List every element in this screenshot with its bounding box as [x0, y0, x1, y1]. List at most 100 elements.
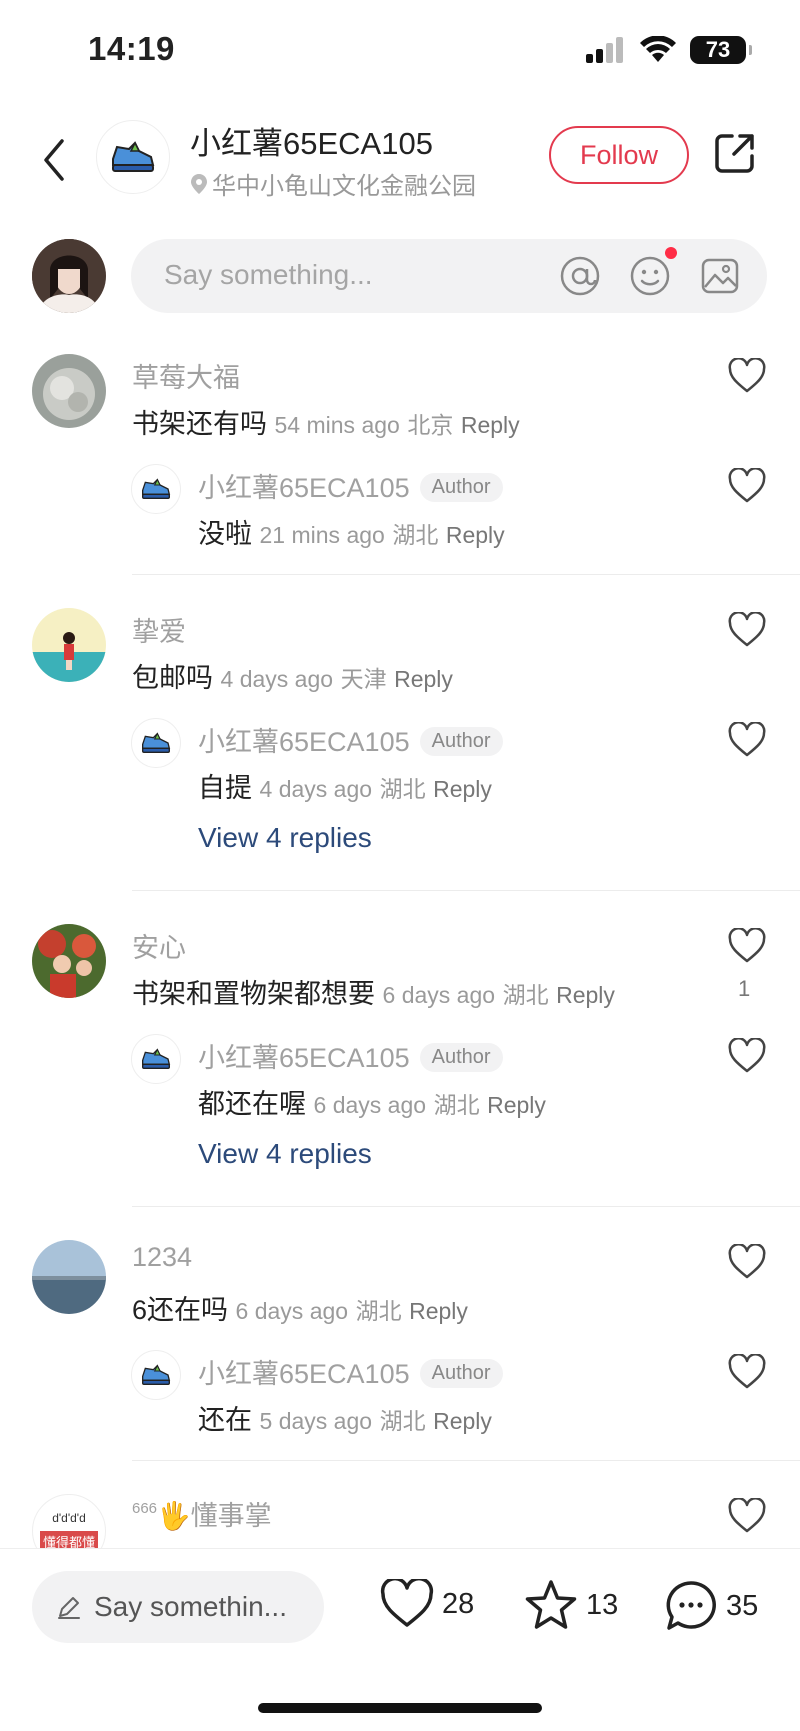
comment-time: 6 days ago	[382, 982, 496, 1008]
reply-place: 湖北	[379, 1408, 426, 1434]
reply-body[interactable]: 自提 4 days ago 湖北 Reply	[198, 766, 492, 805]
reply-author-name[interactable]: 小红薯65ECA105 Author	[198, 720, 503, 759]
collect-post-count: 13	[586, 1588, 619, 1621]
view-replies-link[interactable]: View 4 replies	[198, 822, 372, 854]
heart-icon[interactable]	[727, 1244, 767, 1280]
my-avatar-image	[32, 239, 106, 313]
avatar-image	[32, 1240, 106, 1314]
sneaker-icon	[112, 141, 155, 172]
author-badge: Author	[419, 1043, 503, 1072]
reply-button[interactable]: Reply	[433, 776, 492, 802]
reply-author-name-text: 小红薯65ECA105	[198, 1043, 410, 1073]
comment-body[interactable]: 包邮吗 4 days ago 天津 Reply	[132, 656, 453, 695]
mention-icon[interactable]	[559, 255, 601, 297]
reply-author-avatar[interactable]	[131, 1350, 181, 1400]
view-replies-link[interactable]: View 4 replies	[198, 1138, 372, 1170]
author-avatar[interactable]	[96, 120, 170, 194]
commenter-avatar[interactable]	[32, 924, 106, 998]
comment-input[interactable]: Say something...	[131, 239, 767, 313]
thread-divider	[132, 1460, 800, 1461]
sneaker-icon	[142, 732, 171, 753]
bottom-comment-input[interactable]: Say somethin...	[32, 1571, 324, 1643]
follow-button[interactable]: Follow	[549, 126, 689, 184]
emoji-notification-dot	[665, 247, 677, 259]
avatar-text-top: d'd'd'd	[52, 1510, 86, 1525]
like-post-count: 28	[442, 1587, 475, 1620]
chevron-left-icon	[44, 139, 64, 181]
reply-button[interactable]: Reply	[394, 666, 453, 692]
reply-button[interactable]: Reply	[433, 1408, 492, 1434]
location-text: 华中小龟山文化金融公园	[212, 173, 476, 200]
reply-button[interactable]: Reply	[409, 1298, 468, 1324]
avatar-image	[32, 924, 106, 998]
heart-icon[interactable]	[727, 928, 767, 964]
commenter-name[interactable]: 草莓大福	[132, 356, 240, 395]
reply-author-avatar[interactable]	[131, 1034, 181, 1084]
emoji-icon[interactable]	[629, 255, 671, 297]
post-location[interactable]: 华中小龟山文化金融公园	[190, 166, 476, 201]
back-button[interactable]	[34, 132, 74, 188]
heart-icon[interactable]	[727, 468, 767, 504]
collect-post-button[interactable]: 13	[524, 1579, 618, 1631]
reply-author-avatar[interactable]	[131, 464, 181, 514]
reply-body[interactable]: 还在 5 days ago 湖北 Reply	[198, 1398, 492, 1437]
reply-author-name[interactable]: 小红薯65ECA105 Author	[198, 1036, 503, 1075]
bottom-action-bar: Say somethin... 28 13 35	[0, 1548, 800, 1731]
commenter-avatar[interactable]	[32, 354, 106, 428]
share-icon	[715, 134, 754, 173]
commenter-avatar[interactable]	[32, 1240, 106, 1314]
reply-button[interactable]: Reply	[487, 1092, 546, 1118]
comment-post-button[interactable]: 35	[664, 1579, 758, 1633]
my-avatar[interactable]	[32, 239, 106, 313]
pencil-icon	[58, 1597, 80, 1619]
commenter-name[interactable]: 挚爱	[132, 610, 186, 649]
heart-icon[interactable]	[727, 722, 767, 758]
comment-place: 天津	[340, 666, 387, 692]
status-time: 14:19	[88, 30, 175, 67]
author-name[interactable]: 小红薯65ECA105	[190, 118, 433, 163]
reply-body[interactable]: 都还在喔 6 days ago 湖北 Reply	[198, 1082, 546, 1121]
battery-level: 73	[705, 37, 731, 62]
reply-author-name-text: 小红薯65ECA105	[198, 727, 410, 757]
bottom-input-placeholder: Say somethin...	[94, 1591, 287, 1622]
commenter-name[interactable]: 1234	[132, 1242, 192, 1273]
reply-author-name-text: 小红薯65ECA105	[198, 473, 410, 503]
comment-place: 湖北	[355, 1298, 402, 1324]
heart-icon[interactable]	[727, 612, 767, 648]
heart-icon[interactable]	[727, 1354, 767, 1390]
heart-icon[interactable]	[727, 358, 767, 394]
author-badge: Author	[419, 473, 503, 502]
reply-author-avatar[interactable]	[131, 718, 181, 768]
like-post-button[interactable]: 28	[380, 1579, 474, 1629]
heart-icon[interactable]	[727, 1038, 767, 1074]
commenter-avatar[interactable]	[32, 608, 106, 682]
location-pin-icon	[191, 173, 207, 194]
comment-body[interactable]: 书架和置物架都想要 6 days ago 湖北 Reply	[132, 972, 615, 1011]
reply-button[interactable]: Reply	[556, 982, 615, 1008]
comment-input-placeholder: Say something...	[164, 259, 373, 290]
comment-place: 北京	[407, 412, 454, 438]
commenter-name[interactable]: 安心	[132, 926, 186, 965]
reply-button[interactable]: Reply	[446, 522, 505, 548]
home-indicator[interactable]	[258, 1703, 542, 1713]
comment-time: 54 mins ago	[274, 412, 400, 438]
reply-body[interactable]: 没啦 21 mins ago 湖北 Reply	[198, 512, 505, 551]
comment-body[interactable]: 书架还有吗 54 mins ago 北京 Reply	[132, 402, 520, 441]
reply-button[interactable]: Reply	[461, 412, 520, 438]
image-icon[interactable]	[699, 255, 741, 297]
reply-author-name[interactable]: 小红薯65ECA105 Author	[198, 466, 503, 505]
reply-author-name[interactable]: 小红薯65ECA105 Author	[198, 1352, 503, 1391]
reply-author-name-text: 小红薯65ECA105	[198, 1359, 410, 1389]
reply-time: 5 days ago	[259, 1408, 373, 1434]
comment-body[interactable]: 6还在吗 6 days ago 湖北 Reply	[132, 1288, 468, 1327]
sneaker-icon	[142, 1048, 171, 1069]
comment-input-row: Say something...	[0, 238, 800, 314]
thread-divider	[132, 890, 800, 891]
share-button[interactable]	[712, 130, 762, 180]
star-icon	[525, 1580, 577, 1629]
avatar-image	[32, 354, 106, 428]
comment-text: 包邮吗	[132, 663, 213, 693]
commenter-name[interactable]: 666🖐懂事掌	[132, 1494, 272, 1533]
heart-icon[interactable]	[727, 1498, 767, 1534]
reply-time: 4 days ago	[259, 776, 373, 802]
